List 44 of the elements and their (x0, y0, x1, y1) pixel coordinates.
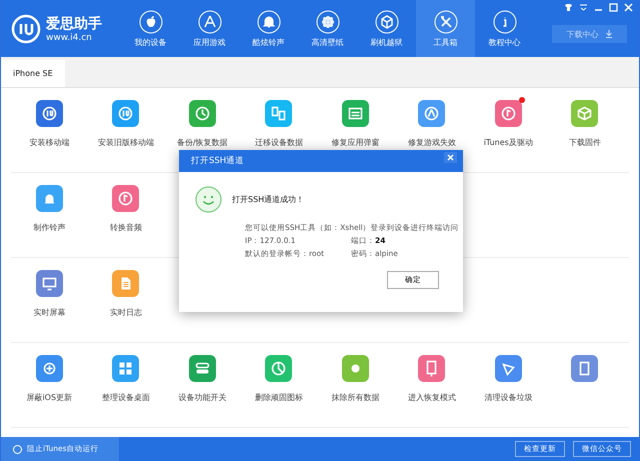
tool-item[interactable]: 设备功能开关 (164, 355, 240, 427)
nav-tab[interactable]: 教程中心 (475, 0, 534, 57)
tools-icon (434, 10, 458, 34)
tool-item[interactable]: 安装移动端 (11, 100, 88, 172)
info-icon (492, 10, 516, 34)
tool-item[interactable]: iTunes及驱动 (470, 100, 546, 172)
tool-item[interactable]: 抹除所有数据 (317, 355, 394, 427)
logo-url: www.i4.cn (46, 32, 93, 42)
nav-tab[interactable]: 刷机越狱 (357, 0, 416, 57)
apple-icon (138, 10, 162, 34)
success-heading: 打开SSH通道成功！ (232, 194, 304, 205)
nav-tab[interactable]: 工具箱 (416, 0, 475, 57)
tool-item[interactable]: 下载固件 (546, 100, 623, 172)
tool-item[interactable]: 安装旧版移动端 (88, 100, 164, 172)
logo-name: 爱思助手 (46, 14, 102, 32)
nav-tab[interactable]: 酷炫铃声 (239, 0, 298, 57)
menu-icon[interactable] (579, 3, 588, 12)
nav-tab[interactable]: 应用游戏 (180, 0, 239, 57)
app-store-icon (198, 10, 222, 34)
tool-item[interactable]: 转换音频 (88, 185, 164, 257)
tool-item[interactable]: 删除顽固图标 (240, 355, 317, 427)
dialog-title: 打开SSH通道 (191, 155, 244, 167)
download-icon (604, 30, 612, 38)
tool-item[interactable]: 清理设备垃圾 (470, 355, 546, 427)
tool-item[interactable]: 屏蔽iOS更新 (11, 355, 88, 427)
flower-icon (316, 10, 340, 34)
tool-item[interactable]: 进入恢复模式 (394, 355, 470, 427)
close-icon[interactable] (624, 3, 633, 12)
smiley-icon (195, 186, 222, 213)
nav-tab[interactable]: 高清壁纸 (298, 0, 357, 57)
shirt-icon[interactable] (564, 3, 573, 12)
close-icon[interactable] (444, 152, 457, 163)
tool-item[interactable]: 修复应用弹窗 (317, 100, 394, 172)
tool-item[interactable]: 制作铃声 (11, 185, 88, 257)
radio-icon[interactable] (13, 444, 22, 454)
bell-icon (256, 10, 280, 34)
device-tab[interactable]: iPhone SE (1, 60, 65, 87)
nav-tab[interactable]: 我的设备 (121, 0, 180, 57)
tool-item[interactable]: 实时屏幕 (11, 270, 88, 342)
tool-item[interactable]: 修复游戏失效 (394, 100, 470, 172)
tool-item[interactable]: 整理设备桌面 (88, 355, 164, 427)
maximize-icon[interactable] (609, 3, 618, 12)
logo-icon (11, 14, 41, 44)
tool-item[interactable]: 实时日志 (88, 270, 164, 342)
